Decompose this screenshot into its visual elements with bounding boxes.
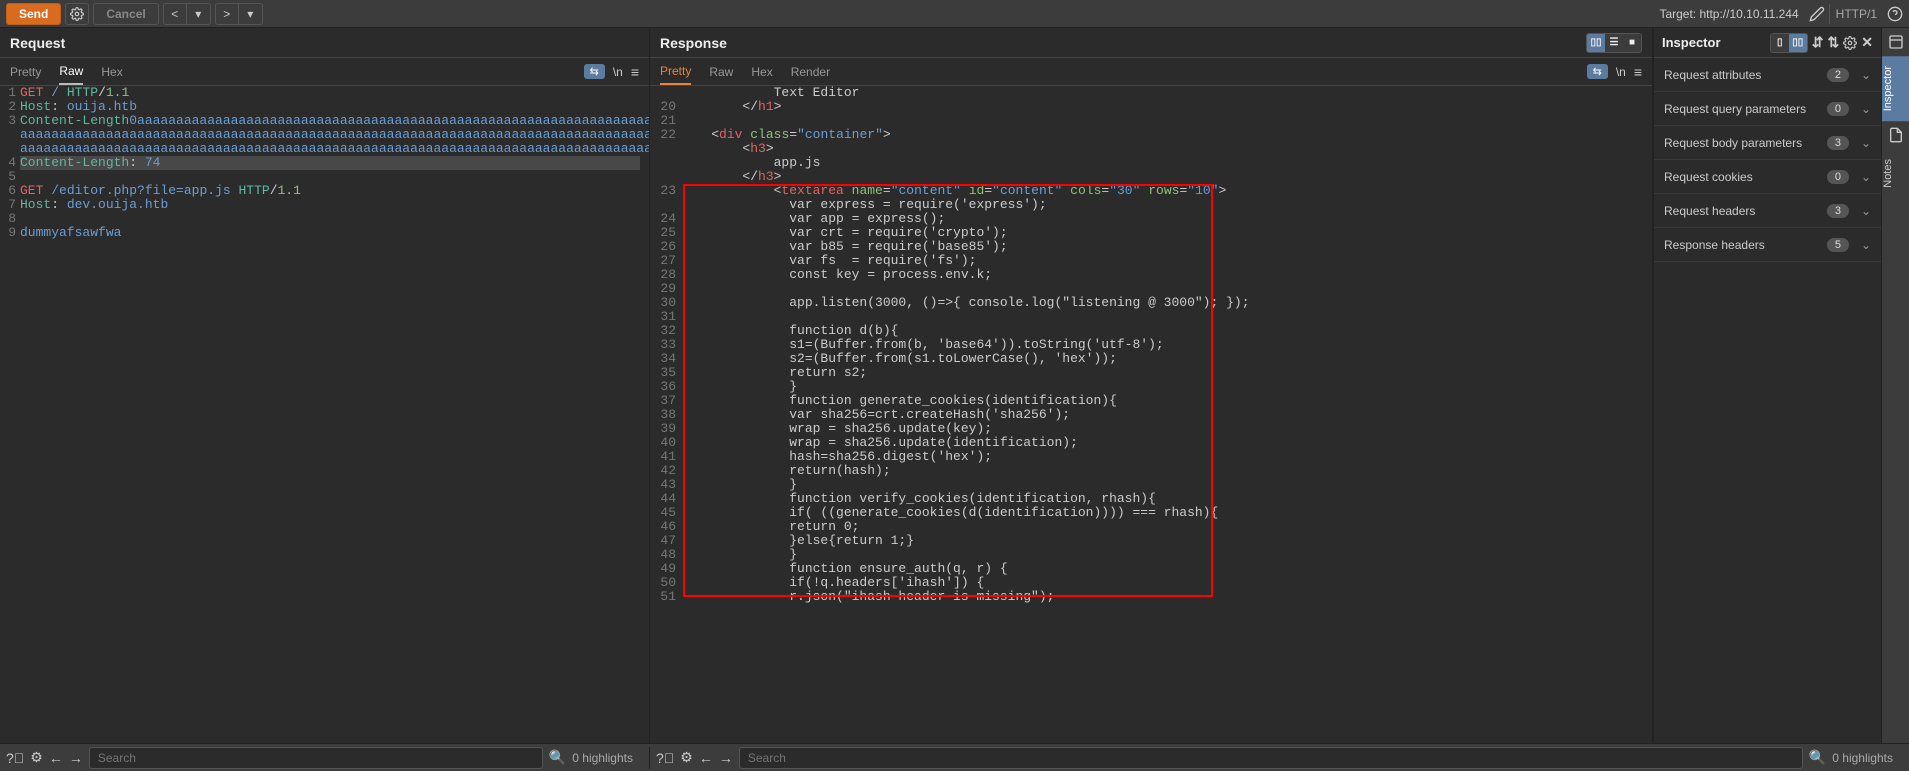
rail-tab-inspector[interactable]: Inspector [1882,56,1909,121]
chevron-down-icon: ⌄ [1861,170,1871,184]
inspector-close-icon[interactable]: ✕ [1861,34,1873,51]
inspector-collapse-icon[interactable]: ⇅ [1828,34,1840,51]
main-area: Request Pretty Raw Hex ⇆ \n ≡ 123456789 … [0,28,1909,743]
tab-pretty[interactable]: Pretty [10,60,41,84]
tab-raw[interactable]: Raw [59,59,83,85]
request-search-input[interactable] [89,747,543,769]
inspector-row-label: Request headers [1664,204,1755,218]
request-highlights: 0 highlights [572,751,643,765]
tab-resp-hex[interactable]: Hex [751,60,772,84]
chevron-down-icon: ⌄ [1861,136,1871,150]
request-title: Request [10,35,65,51]
top-toolbar: Send Cancel < ▾ > ▾ Target: http://10.10… [0,0,1909,28]
tab-hex[interactable]: Hex [101,60,122,84]
inspector-row-label: Request attributes [1664,68,1761,82]
cancel-button[interactable]: Cancel [93,3,158,25]
send-button[interactable]: Send [6,3,61,25]
inspector-row-count: 3 [1827,136,1849,150]
resp-newline-label[interactable]: \n [1616,65,1626,79]
inspector-row-label: Response headers [1664,238,1765,252]
history-back-dropdown[interactable]: ▾ [187,3,211,25]
response-title: Response [660,35,727,51]
target-label: Target: http://10.10.11.244 [1659,7,1798,21]
search-next-icon[interactable]: → [69,750,83,766]
layout-toggle[interactable]: ▯▯ ☰ ■ [1586,33,1642,53]
response-header: Response ▯▯ ☰ ■ [650,28,1652,58]
inspector-expand-icon[interactable]: ⇵ [1812,34,1824,51]
rail-top-icon[interactable] [1882,28,1909,56]
chevron-down-icon: ⌄ [1861,204,1871,218]
status-right: ?⃝ ⚙ ← → 🔍 0 highlights [650,747,1909,769]
inspector-row[interactable]: Response headers 5 ⌄ [1654,228,1881,262]
inspector-header: Inspector ▯ ▯▯ ⇵ ⇅ ✕ [1654,28,1881,58]
inspector-row-label: Request query parameters [1664,102,1806,116]
side-rail: Inspector Notes [1881,28,1909,743]
layout-stack-icon[interactable]: ☰ [1605,34,1623,52]
send-options-button[interactable] [65,3,89,25]
response-tabs: Pretty Raw Hex Render ⇆ \n ≡ [650,58,1652,86]
history-forward-group: > ▾ [215,3,263,25]
resp-search-next-icon[interactable]: → [719,750,733,766]
status-bar: ?⃝ ⚙ ← → 🔍 0 highlights ?⃝ ⚙ ← → 🔍 0 hig… [0,743,1909,771]
response-search-input[interactable] [739,747,1803,769]
request-panel: Request Pretty Raw Hex ⇆ \n ≡ 123456789 … [0,28,650,743]
resp-search-prev-icon[interactable]: ← [699,750,713,766]
newline-label[interactable]: \n [613,65,623,79]
tab-resp-pretty[interactable]: Pretty [660,59,691,85]
http-version-label[interactable]: HTTP/1 [1829,4,1883,24]
request-menu-icon[interactable]: ≡ [631,64,639,80]
help-icon[interactable] [1887,6,1903,22]
insp-layout-b-icon[interactable]: ▯▯ [1789,34,1807,52]
request-tabs: Pretty Raw Hex ⇆ \n ≡ [0,58,649,86]
settings-status-icon[interactable]: ⚙ [30,749,43,766]
resp-settings-status-icon[interactable]: ⚙ [680,749,693,766]
history-back-button[interactable]: < [163,3,187,25]
inspector-row-count: 0 [1827,102,1849,116]
resp-wrap-toggle-icon[interactable]: ⇆ [1587,64,1608,79]
chevron-down-icon: ⌄ [1861,102,1871,116]
response-menu-icon[interactable]: ≡ [1634,64,1642,80]
inspector-row-count: 5 [1827,238,1849,252]
history-back-group: < ▾ [163,3,211,25]
response-editor[interactable]: 2021222324252627282930313233343536373839… [650,86,1652,743]
search-glass-icon[interactable]: 🔍 [549,749,566,766]
inspector-layout-toggle[interactable]: ▯ ▯▯ [1770,33,1808,53]
request-editor[interactable]: 123456789 GET / HTTP/1.1Host: ouija.htbC… [0,86,649,743]
inspector-row-label: Request body parameters [1664,136,1802,150]
rail-notes-icon[interactable] [1882,121,1909,149]
wrap-toggle-icon[interactable]: ⇆ [584,64,605,79]
chevron-down-icon: ⌄ [1861,68,1871,82]
layout-single-icon[interactable]: ■ [1623,34,1641,52]
inspector-row[interactable]: Request headers 3 ⌄ [1654,194,1881,228]
search-prev-icon[interactable]: ← [49,750,63,766]
inspector-row-count: 0 [1827,170,1849,184]
inspector-row[interactable]: Request body parameters 3 ⌄ [1654,126,1881,160]
chevron-down-icon: ⌄ [1861,238,1871,252]
layout-split-icon[interactable]: ▯▯ [1587,34,1605,52]
inspector-row[interactable]: Request cookies 0 ⌄ [1654,160,1881,194]
inspector-row[interactable]: Request query parameters 0 ⌄ [1654,92,1881,126]
response-panel: Response ▯▯ ☰ ■ Pretty Raw Hex Render ⇆ … [650,28,1653,743]
inspector-row-count: 3 [1827,204,1849,218]
inspector-settings-icon[interactable] [1843,36,1857,50]
inspector-title: Inspector [1662,35,1721,50]
history-forward-button[interactable]: > [215,3,239,25]
resp-help-status-icon[interactable]: ?⃝ [656,750,674,766]
tab-resp-raw[interactable]: Raw [709,60,733,84]
history-forward-dropdown[interactable]: ▾ [239,3,263,25]
rail-tab-notes[interactable]: Notes [1882,149,1909,198]
resp-search-glass-icon[interactable]: 🔍 [1809,749,1826,766]
help-status-icon[interactable]: ?⃝ [6,750,24,766]
inspector-row[interactable]: Request attributes 2 ⌄ [1654,58,1881,92]
inspector-row-label: Request cookies [1664,170,1753,184]
inspector-panel: Inspector ▯ ▯▯ ⇵ ⇅ ✕ Request attributes 2… [1653,28,1881,743]
request-header: Request [0,28,649,58]
insp-layout-a-icon[interactable]: ▯ [1771,34,1789,52]
inspector-row-count: 2 [1827,68,1849,82]
response-highlights: 0 highlights [1832,751,1903,765]
status-left: ?⃝ ⚙ ← → 🔍 0 highlights [0,747,650,769]
tab-resp-render[interactable]: Render [791,60,830,84]
edit-target-icon[interactable] [1809,6,1825,22]
